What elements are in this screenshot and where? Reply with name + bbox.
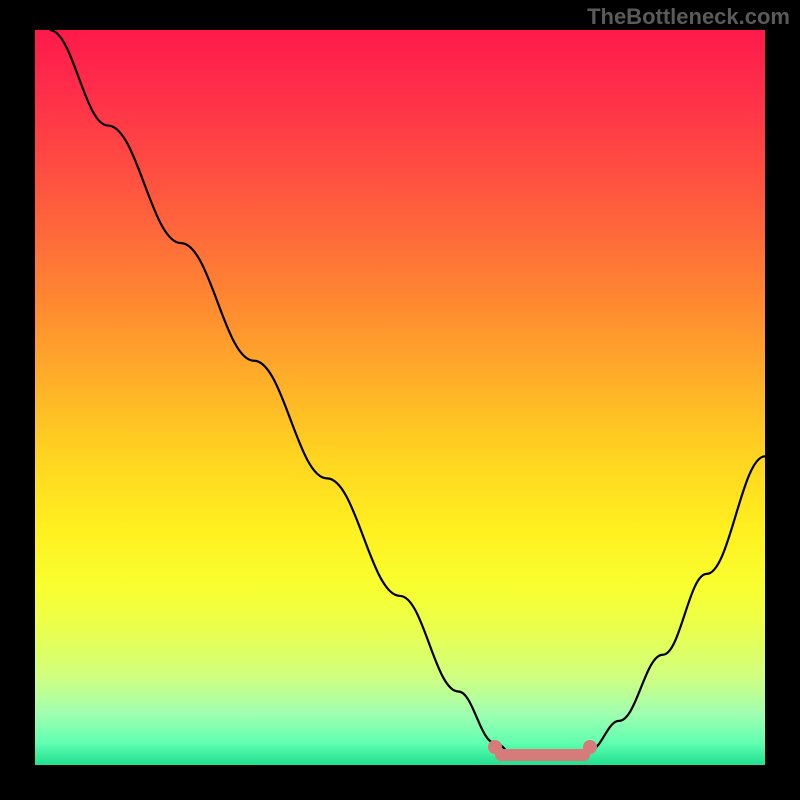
plot-area xyxy=(35,30,765,765)
watermark-text: TheBottleneck.com xyxy=(587,4,790,30)
optimal-range-bar xyxy=(495,749,590,761)
curve-svg xyxy=(35,30,765,765)
bottleneck-curve xyxy=(50,30,765,758)
chart-container: TheBottleneck.com xyxy=(0,0,800,800)
